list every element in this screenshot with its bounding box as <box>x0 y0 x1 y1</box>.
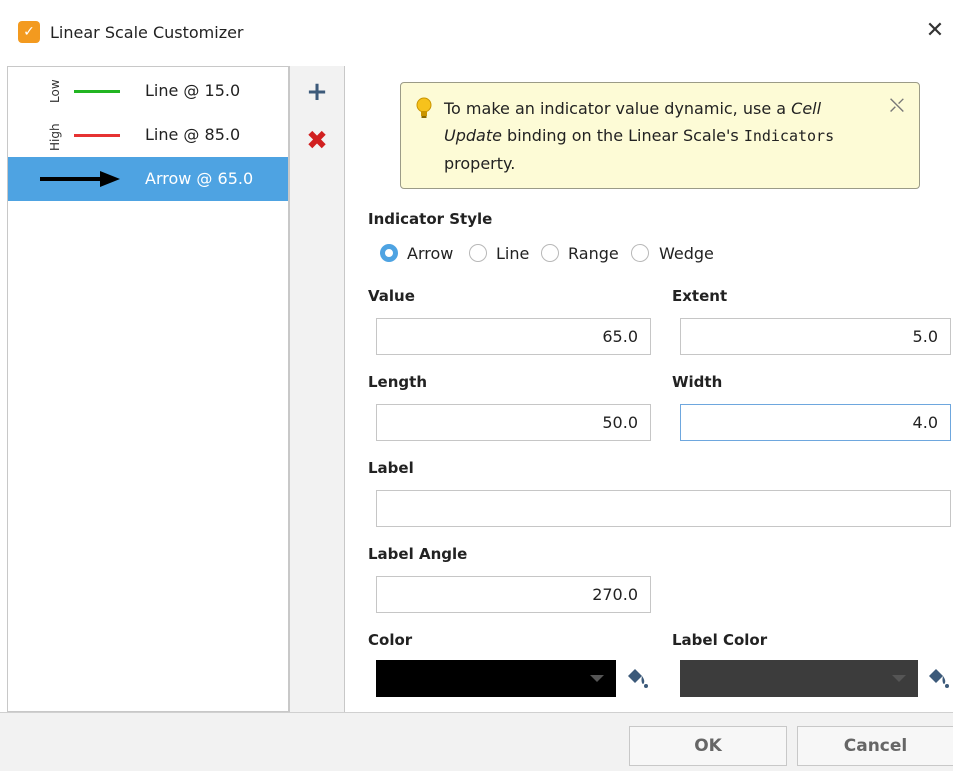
radio-icon <box>631 244 649 262</box>
label-angle-label: Label Angle <box>368 545 468 563</box>
high-side-label: High <box>48 123 62 151</box>
indicator-style-label: Indicator Style <box>368 210 493 228</box>
radio-selected-icon <box>380 244 398 262</box>
dismiss-tip-icon[interactable]: ⛌ <box>886 95 908 117</box>
radio-icon <box>541 244 559 262</box>
label-angle-field[interactable]: 270.0 <box>376 576 651 613</box>
length-label: Length <box>368 373 427 391</box>
chevron-down-icon <box>892 675 906 682</box>
radio-label: Arrow <box>407 244 454 263</box>
list-item-selected[interactable]: Arrow @ 65.0 <box>8 157 288 201</box>
info-text: To make an indicator value dynamic, use … <box>444 99 835 173</box>
label-color-dropdown[interactable] <box>680 660 918 697</box>
window-title: Linear Scale Customizer <box>50 23 244 42</box>
app-icon: ✓ <box>18 21 40 43</box>
delete-indicator-button[interactable]: ✖ <box>304 128 330 154</box>
paint-bucket-icon[interactable] <box>925 666 951 692</box>
title-bar: ✓ Linear Scale Customizer ✕ <box>0 0 953 66</box>
paint-bucket-icon[interactable] <box>624 666 650 692</box>
width-label: Width <box>672 373 723 391</box>
info-tip-box: To make an indicator value dynamic, use … <box>400 82 920 189</box>
close-icon[interactable]: ✕ <box>920 16 950 46</box>
low-side-label: Low <box>48 79 62 103</box>
red-line-swatch <box>74 134 120 137</box>
list-item-label: Line @ 15.0 <box>145 81 241 100</box>
chevron-down-icon <box>590 675 604 682</box>
radio-icon <box>469 244 487 262</box>
style-radio-arrow[interactable]: Arrow <box>380 242 470 266</box>
green-line-swatch <box>74 90 120 93</box>
radio-label: Wedge <box>659 244 714 263</box>
cancel-button[interactable]: Cancel <box>797 726 953 766</box>
value-label: Value <box>368 287 415 305</box>
lightbulb-icon <box>416 97 432 118</box>
add-indicator-button[interactable]: + <box>304 79 330 106</box>
label-color-label: Label Color <box>672 631 768 649</box>
indicator-list: Line @ 15.0 Line @ 85.0 Arrow @ 65.0 Low… <box>7 66 289 712</box>
radio-label: Line <box>496 244 530 263</box>
length-field[interactable]: 50.0 <box>376 404 651 441</box>
ok-button[interactable]: OK <box>629 726 787 766</box>
radio-label: Range <box>568 244 619 263</box>
extent-label: Extent <box>672 287 728 305</box>
list-item-label: Arrow @ 65.0 <box>145 169 254 188</box>
extent-field[interactable]: 5.0 <box>680 318 951 355</box>
arrow-swatch-icon <box>40 171 120 187</box>
style-radio-range[interactable]: Range <box>541 242 631 266</box>
dialog-footer: OK Cancel <box>0 712 953 771</box>
label-field[interactable] <box>376 490 951 527</box>
color-dropdown[interactable] <box>376 660 616 697</box>
color-label: Color <box>368 631 413 649</box>
style-radio-line[interactable]: Line <box>469 242 539 266</box>
width-field[interactable]: 4.0 <box>680 404 951 441</box>
list-toolbar: + ✖ <box>289 66 345 712</box>
value-field[interactable]: 65.0 <box>376 318 651 355</box>
style-radio-wedge[interactable]: Wedge <box>631 242 731 266</box>
list-item-label: Line @ 85.0 <box>145 125 241 144</box>
label-label: Label <box>368 459 414 477</box>
